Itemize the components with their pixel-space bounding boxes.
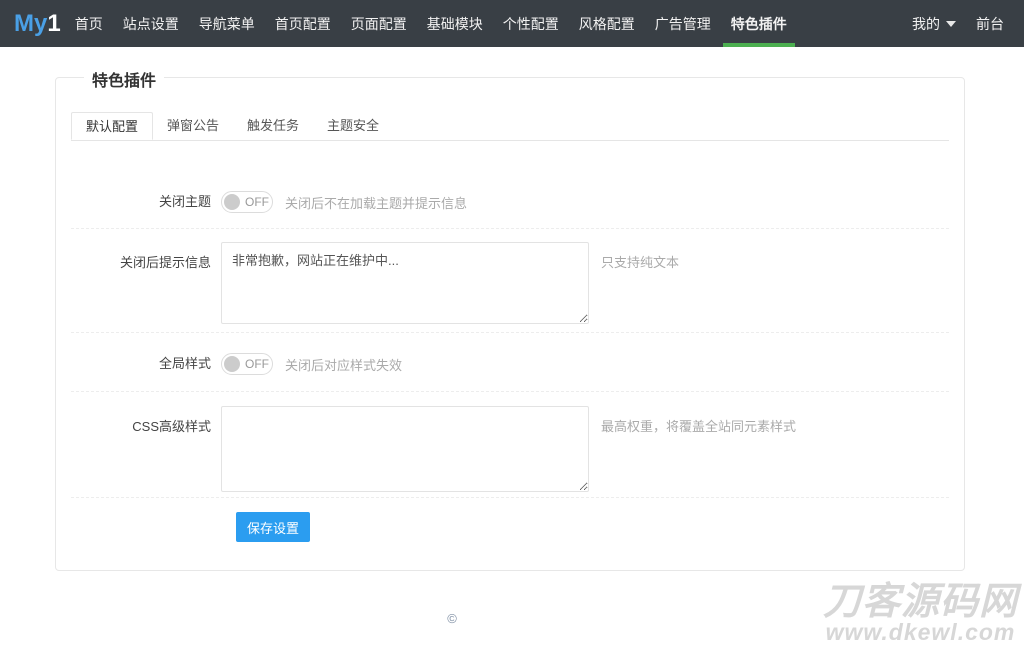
nav-item-ad-manage[interactable]: 广告管理 — [645, 0, 721, 47]
close-message-textarea[interactable]: 非常抱歉，网站正在维护中... — [221, 242, 589, 324]
nav-item-page-config[interactable]: 页面配置 — [341, 0, 417, 47]
nav-item-frontend[interactable]: 前台 — [966, 0, 1014, 47]
form-row-advanced-css: CSS高级样式 最高权重，将覆盖全站同元素样式 — [71, 392, 949, 498]
tab-bar: 默认配置 弹窗公告 触发任务 主题安全 — [71, 112, 949, 141]
close-theme-helper: 关闭后不在加载主题并提示信息 — [285, 193, 467, 212]
form-row-close-message: 关闭后提示信息 非常抱歉，网站正在维护中... 只支持纯文本 — [71, 229, 949, 333]
advanced-css-helper: 最高权重，将覆盖全站同元素样式 — [601, 406, 796, 492]
nav-item-style-config[interactable]: 风格配置 — [569, 0, 645, 47]
form-row-global-style: 全局样式 OFF 关闭后对应样式失效 — [71, 333, 949, 392]
nav-item-homepage-config[interactable]: 首页配置 — [265, 0, 341, 47]
nav-item-home[interactable]: 首页 — [65, 0, 113, 47]
form-row-save: 保存设置 — [71, 498, 949, 570]
advanced-css-label: CSS高级样式 — [71, 406, 211, 492]
save-settings-button[interactable]: 保存设置 — [236, 512, 310, 542]
featured-plugins-panel: 特色插件 默认配置 弹窗公告 触发任务 主题安全 关闭主题 OFF 关闭后不在加… — [55, 77, 965, 571]
global-style-helper: 关闭后对应样式失效 — [285, 355, 402, 374]
tab-theme-security[interactable]: 主题安全 — [313, 112, 393, 140]
close-theme-label: 关闭主题 — [71, 191, 211, 213]
nav-item-personal-config[interactable]: 个性配置 — [493, 0, 569, 47]
main-nav: 首页 站点设置 导航菜单 首页配置 页面配置 基础模块 个性配置 风格配置 广告… — [65, 0, 797, 47]
toggle-state-label: OFF — [245, 357, 269, 371]
nav-item-nav-menu[interactable]: 导航菜单 — [189, 0, 265, 47]
tab-default-config[interactable]: 默认配置 — [71, 112, 153, 140]
form-row-close-theme: 关闭主题 OFF 关闭后不在加载主题并提示信息 — [71, 141, 949, 229]
copyright-icon: © — [447, 611, 457, 626]
logo-text-one: 1 — [47, 10, 60, 38]
settings-form: 关闭主题 OFF 关闭后不在加载主题并提示信息 关闭后提示信息 非常抱歉，网站正… — [56, 141, 964, 570]
nav-item-featured-plugins[interactable]: 特色插件 — [721, 0, 797, 47]
nav-item-basic-modules[interactable]: 基础模块 — [417, 0, 493, 47]
site-logo[interactable]: My1 — [0, 0, 65, 47]
top-navbar: My1 首页 站点设置 导航菜单 首页配置 页面配置 基础模块 个性配置 风格配… — [0, 0, 1024, 47]
close-theme-toggle[interactable]: OFF — [221, 191, 273, 213]
global-style-toggle[interactable]: OFF — [221, 353, 273, 375]
chevron-down-icon — [946, 21, 956, 27]
advanced-css-textarea[interactable] — [221, 406, 589, 492]
main-content: 特色插件 默认配置 弹窗公告 触发任务 主题安全 关闭主题 OFF 关闭后不在加… — [0, 77, 1024, 571]
logo-text-my: My — [14, 10, 47, 38]
tab-popup-notice[interactable]: 弹窗公告 — [153, 112, 233, 140]
toggle-state-label: OFF — [245, 195, 269, 209]
panel-title: 特色插件 — [84, 67, 164, 91]
my-dropdown-label: 我的 — [912, 14, 940, 34]
nav-right-group: 我的 前台 — [902, 0, 1024, 47]
toggle-knob — [224, 194, 240, 210]
close-message-helper: 只支持纯文本 — [601, 242, 679, 324]
close-message-label: 关闭后提示信息 — [71, 242, 211, 324]
nav-item-site-settings[interactable]: 站点设置 — [113, 0, 189, 47]
toggle-knob — [224, 356, 240, 372]
global-style-label: 全局样式 — [71, 353, 211, 375]
tab-trigger-task[interactable]: 触发任务 — [233, 112, 313, 140]
nav-item-my-dropdown[interactable]: 我的 — [902, 0, 966, 47]
page-footer: © — [0, 610, 1024, 628]
